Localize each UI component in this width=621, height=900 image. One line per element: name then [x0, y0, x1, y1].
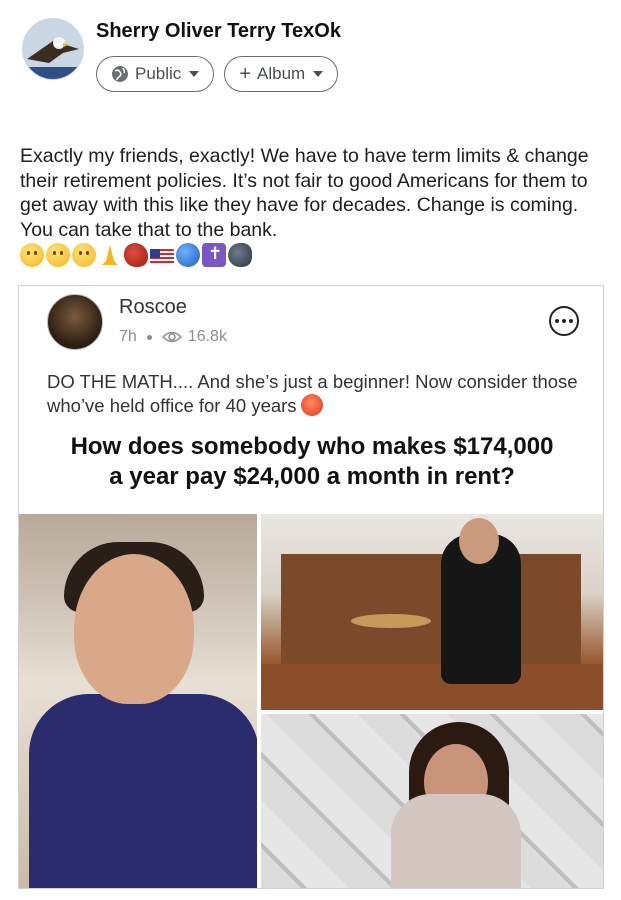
- shared-post-card[interactable]: Roscoe 7h 16.8k DO THE MATH.... And she’…: [18, 285, 604, 889]
- figure-face: [74, 554, 194, 704]
- audience-label: Public: [135, 64, 182, 83]
- woozy-face-icon: [46, 243, 70, 267]
- shared-post-text: DO THE MATH.... And she’s just a beginne…: [47, 370, 587, 418]
- office-photo: [261, 514, 603, 710]
- author-name[interactable]: Sherry Oliver Terry TexOk: [96, 20, 341, 43]
- walking-figure-jacket: [391, 794, 521, 888]
- seated-figure-head: [459, 518, 499, 564]
- caret-down-icon: [313, 71, 324, 77]
- shared-author-avatar[interactable]: [47, 294, 103, 350]
- shared-post-meta: 7h 16.8k: [119, 328, 227, 346]
- view-count: 16.8k: [187, 328, 227, 345]
- post-options: Public + Album: [96, 56, 339, 92]
- meme-caption: How does somebody who makes $174,000 a y…: [19, 432, 603, 492]
- hallway-photo: [261, 714, 603, 888]
- folded-hands-icon: [98, 243, 122, 267]
- thinking-face-icon: [72, 243, 96, 267]
- dot: [555, 319, 559, 323]
- eye-icon: [161, 331, 182, 343]
- angry-face-icon: [300, 394, 323, 416]
- speaking-head-icon: [228, 243, 252, 267]
- dot: [562, 319, 566, 323]
- caret-down-icon: [189, 71, 200, 77]
- eagle-icon: [23, 19, 83, 79]
- globe-icon: [112, 66, 128, 82]
- meme-caption-line-1: How does somebody who makes $174,000: [70, 433, 554, 460]
- post-body-text: Exactly my friends, exactly! We have to …: [20, 145, 589, 241]
- more-options-button[interactable]: [549, 306, 579, 336]
- audience-button[interactable]: Public: [96, 56, 215, 92]
- separator-dot: [146, 334, 152, 340]
- post-header: Sherry Oliver Terry TexOk Public + Album: [22, 16, 602, 96]
- portrait-photo: [19, 514, 257, 888]
- author-avatar[interactable]: [22, 18, 84, 80]
- boxing-glove-icon: [124, 243, 148, 267]
- plus-icon: +: [239, 63, 251, 85]
- latin-cross-icon: [202, 243, 226, 267]
- globe-icon: [176, 243, 200, 267]
- figure-coat: [29, 694, 257, 888]
- emoji-row: [20, 240, 252, 270]
- dot: [569, 319, 573, 323]
- album-button[interactable]: + Album: [224, 56, 339, 92]
- us-flag-icon: [150, 249, 174, 265]
- desk-shape: [281, 554, 581, 664]
- album-label: Album: [257, 64, 306, 83]
- post-time: 7h: [119, 328, 137, 345]
- side-table-shape: [351, 614, 431, 628]
- angry-face-icon: [20, 243, 44, 267]
- shared-author-name[interactable]: Roscoe: [119, 296, 187, 319]
- meme-caption-line-2: a year pay $24,000 a month in rent?: [109, 463, 515, 490]
- floor-shape: [261, 664, 603, 710]
- meme-image[interactable]: How does somebody who makes $174,000 a y…: [19, 432, 603, 888]
